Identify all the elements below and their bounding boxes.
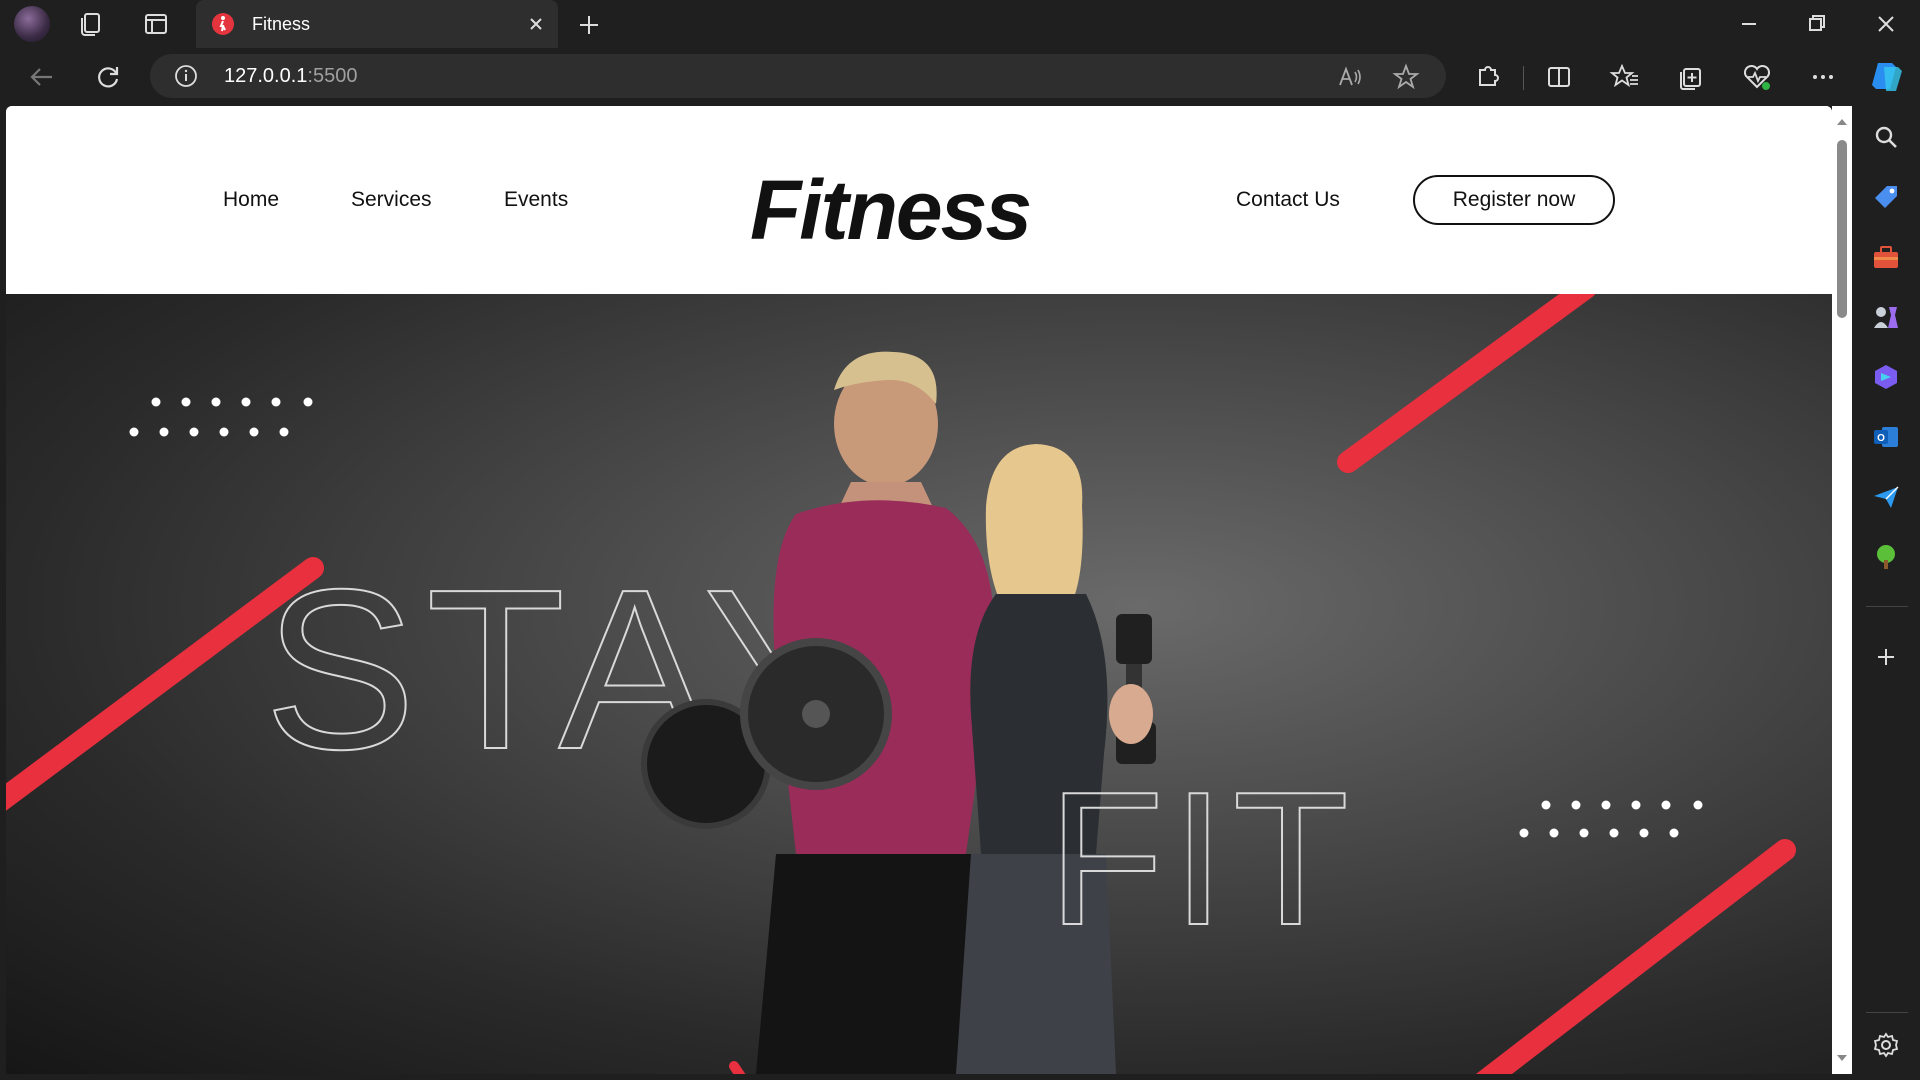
scroll-thumb[interactable] <box>1837 140 1847 318</box>
svg-text:O: O <box>1877 433 1885 444</box>
new-tab-icon[interactable] <box>574 10 604 40</box>
tab-actions-icon[interactable] <box>140 8 172 40</box>
hero-graphics: STAY FIT <box>6 294 1796 1074</box>
back-icon[interactable] <box>24 60 58 94</box>
url-text[interactable]: 127.0.0.1:5500 <box>224 65 357 88</box>
athletes-image <box>641 351 1156 1074</box>
toolbar-divider <box>1523 66 1524 90</box>
settings-icon[interactable] <box>1871 1030 1901 1060</box>
send-icon[interactable] <box>1871 482 1901 512</box>
red-stripe-top-right <box>1337 294 1596 473</box>
red-stripe-bottom-right <box>1475 839 1796 1074</box>
tree-icon[interactable] <box>1871 542 1901 572</box>
add-icon[interactable] <box>1871 642 1901 672</box>
collections-icon[interactable] <box>76 8 108 40</box>
read-aloud-icon[interactable] <box>1336 63 1364 91</box>
refresh-icon[interactable] <box>91 60 125 94</box>
favorites-icon[interactable] <box>1608 60 1642 94</box>
close-window-icon[interactable] <box>1866 8 1906 40</box>
fitness-favicon-icon <box>212 13 234 35</box>
search-icon[interactable] <box>1871 122 1901 152</box>
nav-link-services[interactable]: Services <box>351 188 432 212</box>
profile-avatar[interactable] <box>14 6 50 42</box>
favorite-star-icon[interactable] <box>1392 63 1420 91</box>
site-logo[interactable]: Fitness <box>750 162 1032 259</box>
sidebar-divider-bottom <box>1866 1012 1908 1013</box>
nav-link-events[interactable]: Events <box>504 188 568 212</box>
toolbox-icon[interactable] <box>1871 242 1901 272</box>
more-menu-icon[interactable] <box>1806 60 1840 94</box>
nav-link-home[interactable]: Home <box>223 188 279 212</box>
hero-word-fit: FIT <box>1048 753 1357 965</box>
restore-icon[interactable] <box>1796 8 1836 40</box>
register-button[interactable]: Register now <box>1413 175 1615 225</box>
browser-tab-active[interactable]: Fitness <box>196 0 558 48</box>
navigation-bar: 127.0.0.1:5500 <box>0 48 1920 104</box>
nav-link-contact[interactable]: Contact Us <box>1236 188 1340 212</box>
page-viewport: Home Services Events Fitness Contact Us … <box>6 106 1832 1074</box>
window-bottom-edge <box>0 1074 1852 1080</box>
sidebar-divider <box>1866 606 1908 607</box>
close-tab-icon[interactable] <box>524 12 548 36</box>
title-bar: Fitness <box>0 0 1920 48</box>
collections-add-icon[interactable] <box>1674 60 1708 94</box>
tab-title: Fitness <box>252 14 311 34</box>
dots-pattern-right <box>1519 800 1703 838</box>
red-stripe-bottom <box>729 1061 746 1074</box>
games-icon[interactable] <box>1871 302 1901 332</box>
address-bar[interactable]: 127.0.0.1:5500 <box>150 54 1446 98</box>
edge-sidebar: O <box>1852 104 1920 1080</box>
site-info-icon[interactable] <box>174 64 198 88</box>
browser-essentials-icon[interactable] <box>1740 60 1774 94</box>
hero-banner: STAY FIT <box>6 294 1832 1074</box>
outlook-icon[interactable]: O <box>1871 422 1901 452</box>
copilot-app-icon[interactable] <box>1871 362 1901 392</box>
split-screen-icon[interactable] <box>1542 60 1576 94</box>
dots-pattern-left <box>129 397 313 437</box>
minimize-icon[interactable] <box>1728 8 1768 40</box>
site-header: Home Services Events Fitness Contact Us … <box>6 106 1832 294</box>
url-host: 127.0.0.1 <box>224 65 308 87</box>
page-scrollbar[interactable] <box>1832 106 1852 1074</box>
copilot-icon[interactable] <box>1868 57 1906 95</box>
url-port: :5500 <box>307 65 358 87</box>
extensions-icon[interactable] <box>1470 60 1504 94</box>
scroll-down-icon[interactable] <box>1832 1048 1852 1068</box>
tag-icon[interactable] <box>1871 182 1901 212</box>
scroll-up-icon[interactable] <box>1832 112 1852 132</box>
